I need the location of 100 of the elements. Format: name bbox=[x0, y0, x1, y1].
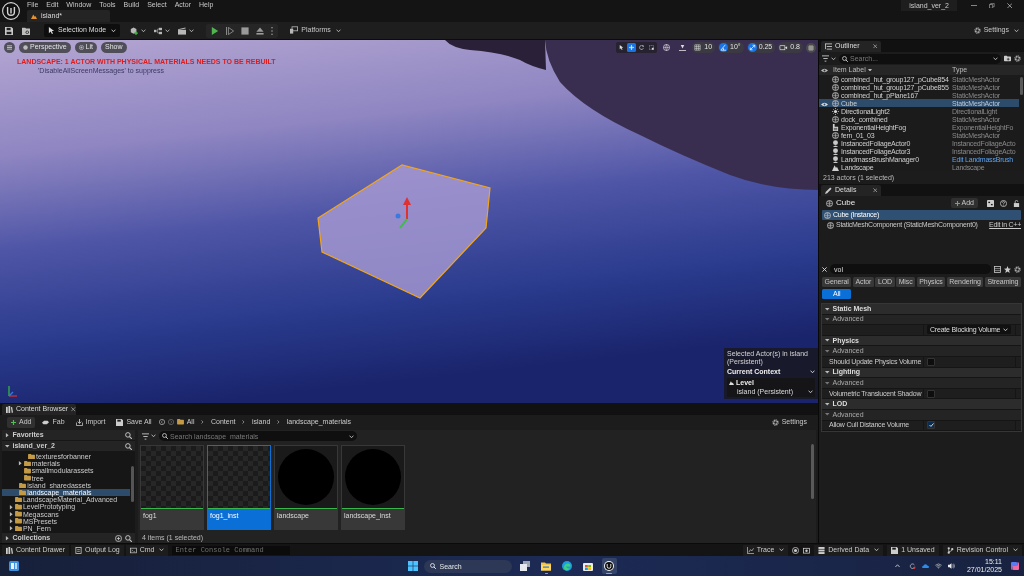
record-icon[interactable] bbox=[792, 546, 800, 554]
star-icon[interactable] bbox=[1004, 265, 1011, 273]
cinematics-button[interactable] bbox=[178, 26, 195, 35]
taskbar-app-button[interactable] bbox=[559, 558, 575, 574]
expand-arrow-icon[interactable] bbox=[9, 526, 14, 531]
scrollbar-thumb[interactable] bbox=[810, 444, 814, 499]
collapse-arrow-icon[interactable] bbox=[825, 306, 830, 312]
scrollbar-thumb[interactable] bbox=[1020, 77, 1023, 95]
logo-icon[interactable] bbox=[2, 2, 20, 20]
close-icon[interactable] bbox=[872, 44, 877, 49]
selected-cube[interactable] bbox=[317, 164, 491, 299]
collapse-arrow-icon[interactable] bbox=[825, 348, 830, 354]
scrollbar-thumb[interactable] bbox=[131, 466, 134, 502]
collapse-arrow-icon[interactable] bbox=[825, 380, 830, 386]
collapse-arrow-icon[interactable] bbox=[5, 443, 10, 449]
collapse-arrow-icon[interactable] bbox=[825, 317, 830, 322]
folder-icon[interactable] bbox=[22, 26, 30, 35]
add-circle-icon[interactable] bbox=[115, 534, 122, 542]
surface-snap-icon[interactable] bbox=[679, 44, 687, 51]
table-icon[interactable] bbox=[994, 265, 1001, 273]
square-icon[interactable] bbox=[987, 199, 994, 207]
document-icon bbox=[75, 546, 83, 554]
checkbox[interactable] bbox=[927, 357, 935, 366]
database-icon bbox=[818, 546, 826, 554]
pencil-icon bbox=[825, 187, 832, 194]
lock-icon[interactable] bbox=[1013, 199, 1020, 207]
settings-icon[interactable] bbox=[973, 27, 981, 34]
expand-arrow-icon[interactable] bbox=[18, 461, 23, 466]
expand-arrow-icon[interactable] bbox=[5, 432, 10, 438]
taskbar-app-button[interactable] bbox=[517, 558, 533, 574]
expand-arrow-icon[interactable] bbox=[9, 511, 14, 517]
move-tool-button[interactable] bbox=[627, 43, 637, 52]
rotate-tool-button[interactable] bbox=[637, 43, 647, 52]
collapse-arrow-icon[interactable] bbox=[825, 401, 830, 407]
cursor-icon bbox=[619, 45, 625, 50]
search-icon bbox=[842, 55, 848, 62]
caret-icon bbox=[165, 28, 171, 33]
blueprint-button[interactable] bbox=[154, 26, 171, 35]
expand-arrow-icon[interactable] bbox=[9, 518, 14, 524]
wireframe-sphere-icon bbox=[832, 131, 839, 139]
camera-icon bbox=[779, 43, 789, 52]
mountain-icon bbox=[31, 13, 37, 19]
overlapping-squares-icon bbox=[520, 561, 530, 571]
stop-icon[interactable] bbox=[241, 26, 250, 35]
play-icon[interactable] bbox=[211, 26, 220, 35]
taskbar-app-button[interactable] bbox=[601, 558, 617, 574]
checkbox[interactable] bbox=[927, 421, 935, 430]
collapse-arrow-icon[interactable] bbox=[825, 370, 830, 375]
viewport-menu-button[interactable] bbox=[4, 42, 15, 53]
scale-tool-button[interactable] bbox=[647, 43, 657, 52]
chevron-up-icon[interactable] bbox=[894, 564, 900, 568]
add-folder-icon[interactable] bbox=[1004, 55, 1011, 62]
collapse-arrow-icon[interactable] bbox=[825, 412, 830, 417]
settings-icon[interactable] bbox=[771, 418, 779, 426]
close-icon[interactable] bbox=[872, 188, 877, 193]
layout-icon[interactable] bbox=[806, 42, 816, 53]
globe-icon[interactable] bbox=[663, 44, 671, 51]
branch-icon bbox=[946, 546, 954, 554]
screenshot-icon[interactable] bbox=[803, 546, 811, 554]
expand-arrow-icon[interactable] bbox=[9, 504, 14, 510]
checkbox[interactable] bbox=[927, 389, 935, 398]
eye-icon[interactable] bbox=[821, 66, 828, 74]
search-icon bbox=[162, 433, 168, 439]
restore-icon[interactable] bbox=[989, 2, 995, 9]
widgets-icon[interactable] bbox=[9, 561, 19, 571]
close-icon[interactable] bbox=[1006, 2, 1012, 9]
filter-button[interactable] bbox=[822, 55, 836, 62]
clear-icon[interactable] bbox=[822, 266, 827, 272]
cloud-icon[interactable] bbox=[921, 563, 929, 569]
help-icon[interactable] bbox=[1000, 199, 1007, 207]
caret-icon bbox=[831, 56, 836, 61]
four-squares-icon[interactable] bbox=[407, 561, 418, 571]
eye-icon[interactable] bbox=[821, 100, 828, 108]
checkerboard-thumbnail bbox=[208, 446, 270, 508]
chevron-icon bbox=[201, 420, 204, 424]
caret-icon bbox=[810, 370, 815, 374]
building-icon bbox=[832, 123, 839, 131]
chevron-icon bbox=[277, 420, 280, 424]
save-icon[interactable] bbox=[5, 26, 13, 35]
eject-icon[interactable] bbox=[256, 26, 265, 35]
settings-icon[interactable] bbox=[1014, 265, 1021, 273]
two-tone-tile-icon[interactable] bbox=[1010, 561, 1020, 571]
sphere-thumbnail bbox=[345, 449, 401, 505]
step-icon[interactable] bbox=[226, 26, 235, 35]
caret-icon bbox=[349, 434, 354, 438]
close-icon[interactable] bbox=[71, 407, 76, 412]
axis-indicator-icon bbox=[8, 385, 18, 397]
wifi-icon[interactable] bbox=[934, 563, 942, 569]
sync-icon[interactable] bbox=[908, 563, 916, 569]
expand-arrow-icon[interactable] bbox=[5, 535, 10, 541]
chart-icon bbox=[746, 546, 754, 554]
filter-button[interactable] bbox=[142, 432, 156, 440]
sun-icon bbox=[832, 107, 839, 115]
more-icon[interactable] bbox=[271, 26, 274, 35]
import-icon bbox=[75, 418, 83, 426]
back-icon[interactable] bbox=[158, 419, 165, 425]
collapse-arrow-icon[interactable] bbox=[825, 338, 830, 343]
settings-icon[interactable] bbox=[1014, 55, 1021, 62]
speaker-icon[interactable] bbox=[947, 563, 955, 569]
add-actor-button[interactable] bbox=[130, 26, 147, 35]
